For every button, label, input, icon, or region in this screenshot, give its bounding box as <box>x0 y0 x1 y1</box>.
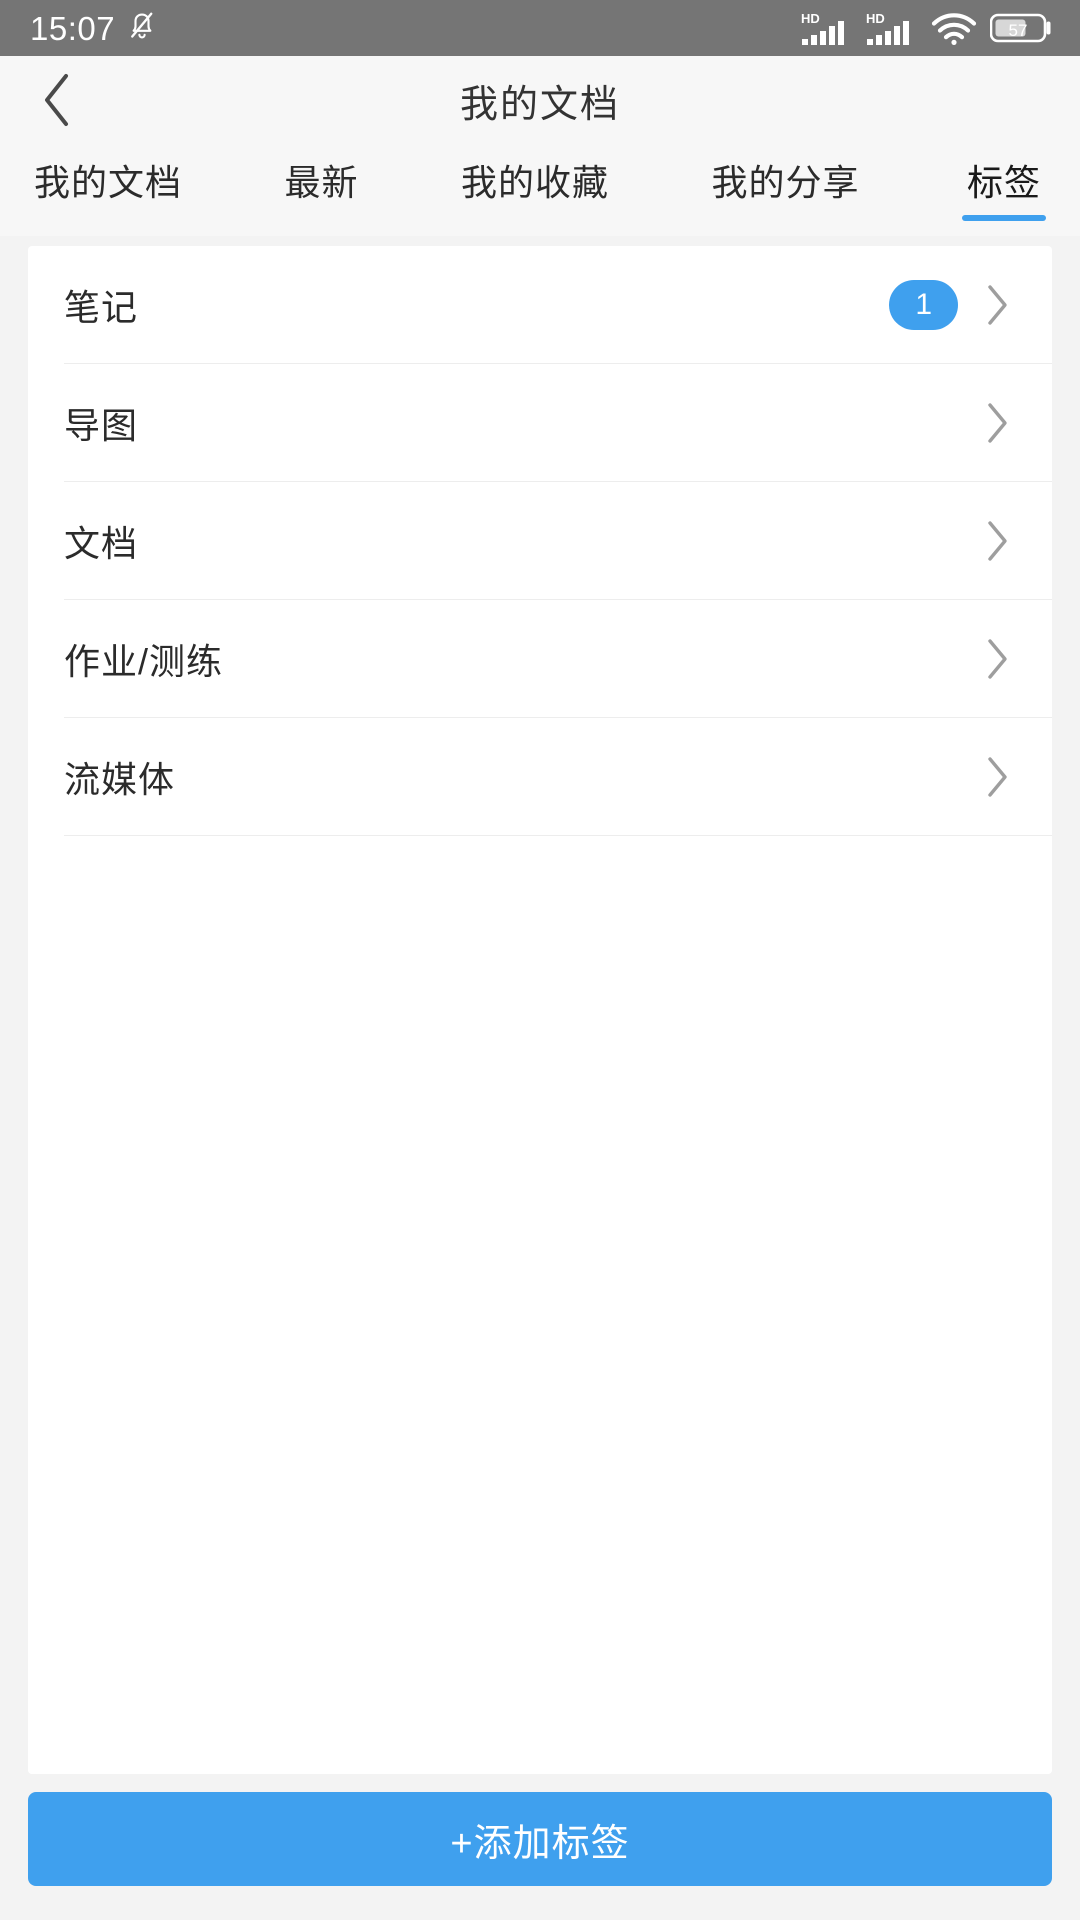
tab-my-shares[interactable]: 我的分享 <box>708 144 864 221</box>
tab-indicator <box>962 215 1046 222</box>
bell-mute-icon <box>127 11 157 45</box>
tab-label: 我的分享 <box>711 162 860 203</box>
add-tag-button[interactable]: +添加标签 <box>28 1792 1052 1886</box>
status-badge: 1 <box>889 280 958 330</box>
list-item-trailing <box>976 637 1020 681</box>
status-bar-clock: 15:07 <box>30 9 116 47</box>
list-item[interactable]: 笔记 1 <box>28 246 1052 364</box>
tab-label: 我的文档 <box>34 162 183 203</box>
chevron-right-icon <box>976 637 1020 681</box>
page-header: 我的文档 <box>0 56 1080 144</box>
battery-icon: 57 <box>990 12 1054 44</box>
list-item[interactable]: 作业/测练 <box>28 600 1052 718</box>
list-item-label: 文档 <box>64 523 139 564</box>
tab-label: 标签 <box>966 162 1041 203</box>
chevron-right-icon <box>976 755 1020 799</box>
content-area: 笔记 1 导图 文档 作业/测练 流媒体 <box>0 236 1080 1774</box>
signal-hd-icon: HD <box>801 10 853 46</box>
list-item-label: 作业/测练 <box>64 641 224 682</box>
footer-bar: +添加标签 <box>0 1774 1080 1920</box>
signal-hd-icon: HD <box>866 10 918 46</box>
svg-text:HD: HD <box>801 11 820 26</box>
tab-latest[interactable]: 最新 <box>281 144 363 221</box>
list-item[interactable]: 流媒体 <box>28 718 1052 836</box>
chevron-right-icon <box>976 519 1020 563</box>
list-item-trailing <box>976 755 1020 799</box>
app-screen: 15:07 HD HD 57 我的文档 我的文档 最新 我的收藏 我的分享 标签… <box>0 0 1080 1920</box>
list-item-label: 导图 <box>64 405 139 446</box>
list-item[interactable]: 导图 <box>28 364 1052 482</box>
chevron-right-icon <box>976 283 1020 327</box>
svg-text:57: 57 <box>1009 21 1028 40</box>
tab-label: 我的收藏 <box>461 162 610 203</box>
list-item-trailing <box>976 401 1020 445</box>
tag-list-card: 笔记 1 导图 文档 作业/测练 流媒体 <box>28 246 1052 1774</box>
wifi-icon <box>931 10 977 46</box>
chevron-left-icon <box>40 72 74 128</box>
status-bar-right: HD HD 57 <box>801 10 1054 46</box>
list-empty-space <box>28 836 1052 1774</box>
list-item-label: 流媒体 <box>64 759 176 800</box>
list-item-trailing: 1 <box>889 280 1020 330</box>
back-button[interactable] <box>22 65 92 135</box>
chevron-right-icon <box>976 401 1020 445</box>
status-bar: 15:07 HD HD 57 <box>0 0 1080 56</box>
list-item[interactable]: 文档 <box>28 482 1052 600</box>
page-title: 我的文档 <box>459 83 620 126</box>
list-item-trailing <box>976 519 1020 563</box>
tab-label: 最新 <box>284 162 359 203</box>
tab-my-favorites[interactable]: 我的收藏 <box>457 144 613 221</box>
list-item-label: 笔记 <box>64 287 139 328</box>
svg-text:HD: HD <box>866 11 885 26</box>
tab-my-documents[interactable]: 我的文档 <box>30 144 186 221</box>
tab-bar: 我的文档 最新 我的收藏 我的分享 标签 <box>0 144 1080 236</box>
tab-tags[interactable]: 标签 <box>958 144 1050 222</box>
status-bar-left: 15:07 <box>30 11 157 45</box>
